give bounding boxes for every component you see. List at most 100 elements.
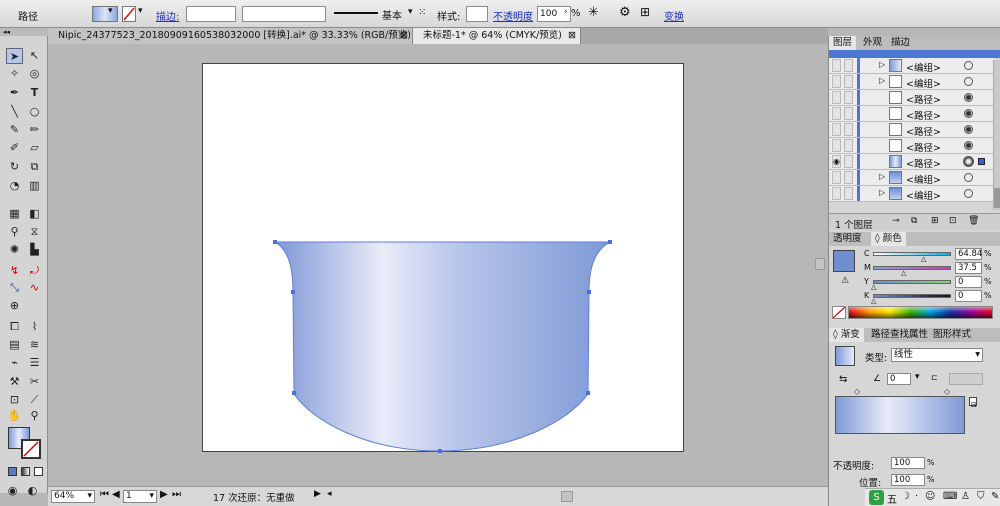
scroll-left-icon[interactable]: ◂ [327, 489, 332, 499]
user-icon[interactable]: ♙ [961, 491, 970, 502]
visibility-toggle[interactable] [832, 107, 841, 120]
slider-handle-icon[interactable]: △ [921, 255, 926, 263]
style-dropdown[interactable] [466, 6, 488, 22]
expand-arrow-icon[interactable]: ▷ [879, 188, 885, 197]
none-color-swatch[interactable] [832, 306, 846, 319]
midpoint-diamond-icon[interactable]: ◇ [944, 387, 950, 396]
pencil-tool-icon[interactable]: ✏ [26, 122, 43, 138]
wrench-icon[interactable]: ✎ [991, 491, 999, 502]
gradient-pot-shape[interactable] [268, 236, 618, 456]
layer-row[interactable]: <路径> [829, 90, 994, 106]
layer-row[interactable]: ▷ <编组> [829, 74, 994, 90]
color-mode-button[interactable] [8, 467, 17, 476]
chevron-right-icon[interactable]: › [564, 7, 568, 17]
artboard-tool-icon[interactable]: ⊡ [6, 392, 23, 408]
cyan-value-field[interactable]: 64.84 [955, 248, 982, 260]
tab-document-2[interactable]: 未标题-1* @ 64% (CMYK/预览) ⊠ [413, 28, 581, 44]
magic-wand-tool-icon[interactable]: ✧ [6, 66, 23, 82]
angle-field[interactable]: 0 [887, 373, 911, 385]
page-dropdown[interactable]: 1 ▾ [123, 490, 157, 503]
target-indicator[interactable] [964, 93, 973, 102]
warp-tool-icon[interactable]: ∿ [26, 280, 43, 296]
stroke-swatch[interactable] [122, 6, 136, 22]
target-indicator[interactable] [964, 109, 973, 118]
layer-row[interactable]: <路径> [829, 106, 994, 122]
selection-tool-icon[interactable]: ➤ [6, 48, 23, 64]
target-indicator[interactable] [964, 141, 973, 150]
graph-tool-icon[interactable]: ▤ [6, 337, 23, 353]
magenta-slider[interactable] [873, 266, 951, 270]
expand-arrow-icon[interactable]: ▷ [879, 76, 885, 85]
chevron-down-icon[interactable]: ▾ [915, 372, 920, 382]
draw-mode-icon[interactable]: ◉ [4, 483, 21, 499]
knife-tool-icon[interactable]: ⚒ [6, 374, 23, 390]
live-paint-selection-tool-icon[interactable]: ⤾ [26, 263, 43, 279]
locate-object-icon[interactable]: ⊸ [892, 216, 900, 226]
stop-location-field[interactable]: 100 [891, 474, 925, 486]
reverse-gradient-icon[interactable]: ⇆ [839, 374, 847, 385]
lock-toggle[interactable] [844, 139, 853, 152]
blend-tool-icon[interactable]: ⧖ [26, 224, 43, 240]
line-tool-icon[interactable]: ╲ [6, 104, 23, 120]
layer-row-selected[interactable]: ◉ <路径> [829, 154, 994, 170]
paintbrush-tool-icon[interactable]: ✎ [6, 122, 23, 138]
symbol-sprayer-tool-icon[interactable]: ✺ [6, 242, 23, 258]
punctuation-icon[interactable]: · [915, 491, 918, 502]
layer-row[interactable]: ▷ <编组> [829, 58, 994, 74]
lock-toggle[interactable] [844, 75, 853, 88]
zoom-tool-icon[interactable]: ⚲ [26, 408, 43, 424]
hand-tool-icon[interactable]: ✋ [6, 408, 23, 424]
direct-selection-tool-icon[interactable]: ↖ [26, 48, 43, 64]
yellow-slider[interactable] [873, 280, 951, 284]
gradient-mode-button[interactable] [21, 467, 30, 476]
lock-toggle[interactable] [844, 187, 853, 200]
visibility-toggle[interactable] [832, 123, 841, 136]
pen-tool-icon[interactable]: ✒ [6, 85, 23, 101]
black-slider[interactable] [873, 294, 951, 298]
tab-layers[interactable]: 图层 [829, 36, 857, 50]
layer-row[interactable]: <路径> [829, 122, 994, 138]
tab-attributes[interactable]: 属性 [905, 328, 932, 342]
transform-link[interactable]: 变换 [664, 8, 684, 23]
lock-toggle[interactable] [844, 123, 853, 136]
shape-builder-tool-icon[interactable]: ◔ [6, 178, 23, 194]
screen-mode-icon[interactable]: ◐ [24, 483, 41, 499]
live-paint-tool-icon[interactable]: ↯ [6, 263, 23, 279]
gear-icon[interactable]: ⚙ [619, 5, 631, 20]
width-tool-icon[interactable]: ⤡ [6, 280, 23, 296]
chevron-down-icon[interactable]: ▾ [108, 6, 113, 16]
target-indicator[interactable] [964, 189, 973, 198]
first-page-icon[interactable]: ⏮ [100, 489, 109, 500]
gradient-type-dropdown[interactable]: 线性 ▾ [891, 348, 983, 362]
blob-brush-tool-icon[interactable]: ✐ [6, 140, 23, 156]
free-transform-tool-icon[interactable]: ⧠ [6, 319, 23, 335]
moon-icon[interactable]: ☽ [901, 491, 910, 502]
gradient-tool-icon[interactable]: ◧ [26, 206, 43, 222]
next-page-icon[interactable]: ▶ [160, 489, 168, 500]
grid-icon[interactable]: ⊞ [640, 5, 650, 19]
layer-row[interactable]: ▷ <编组> [829, 186, 994, 202]
close-icon[interactable]: ⊠ [568, 28, 576, 43]
align-icon[interactable]: ⁙ [418, 7, 426, 18]
eraser-tool-icon[interactable]: ▱ [26, 140, 43, 156]
horizontal-scrollbar-thumb[interactable] [561, 491, 573, 502]
lock-toggle[interactable] [844, 91, 853, 104]
gradient-preview-swatch[interactable] [835, 346, 855, 366]
previous-page-icon[interactable]: ◀ [112, 489, 120, 500]
eye-icon[interactable]: ◉ [832, 155, 841, 168]
lock-toggle[interactable] [844, 107, 853, 120]
visibility-toggle[interactable] [832, 91, 841, 104]
visibility-toggle[interactable] [832, 139, 841, 152]
midpoint-diamond-icon[interactable]: ◇ [854, 387, 860, 396]
layers-scrollbar-thumb[interactable] [994, 188, 1000, 208]
align-tool-icon[interactable]: ☰ [26, 355, 43, 371]
stroke-style-dropdown[interactable]: 基本 ▾ [330, 6, 418, 22]
zoom-dropdown[interactable]: 64% ▾ [51, 490, 95, 503]
fill-swatch[interactable] [92, 6, 118, 22]
scissors-tool-icon[interactable]: ✂ [26, 374, 43, 390]
tab-stroke[interactable]: 描边 [887, 36, 914, 50]
recolor-icon[interactable]: ✳ [588, 5, 599, 20]
gradient-slider-bar[interactable] [835, 396, 965, 434]
clipping-mask-icon[interactable]: ⧉ [911, 216, 917, 226]
tab-transparency[interactable]: 透明度 [829, 232, 866, 246]
